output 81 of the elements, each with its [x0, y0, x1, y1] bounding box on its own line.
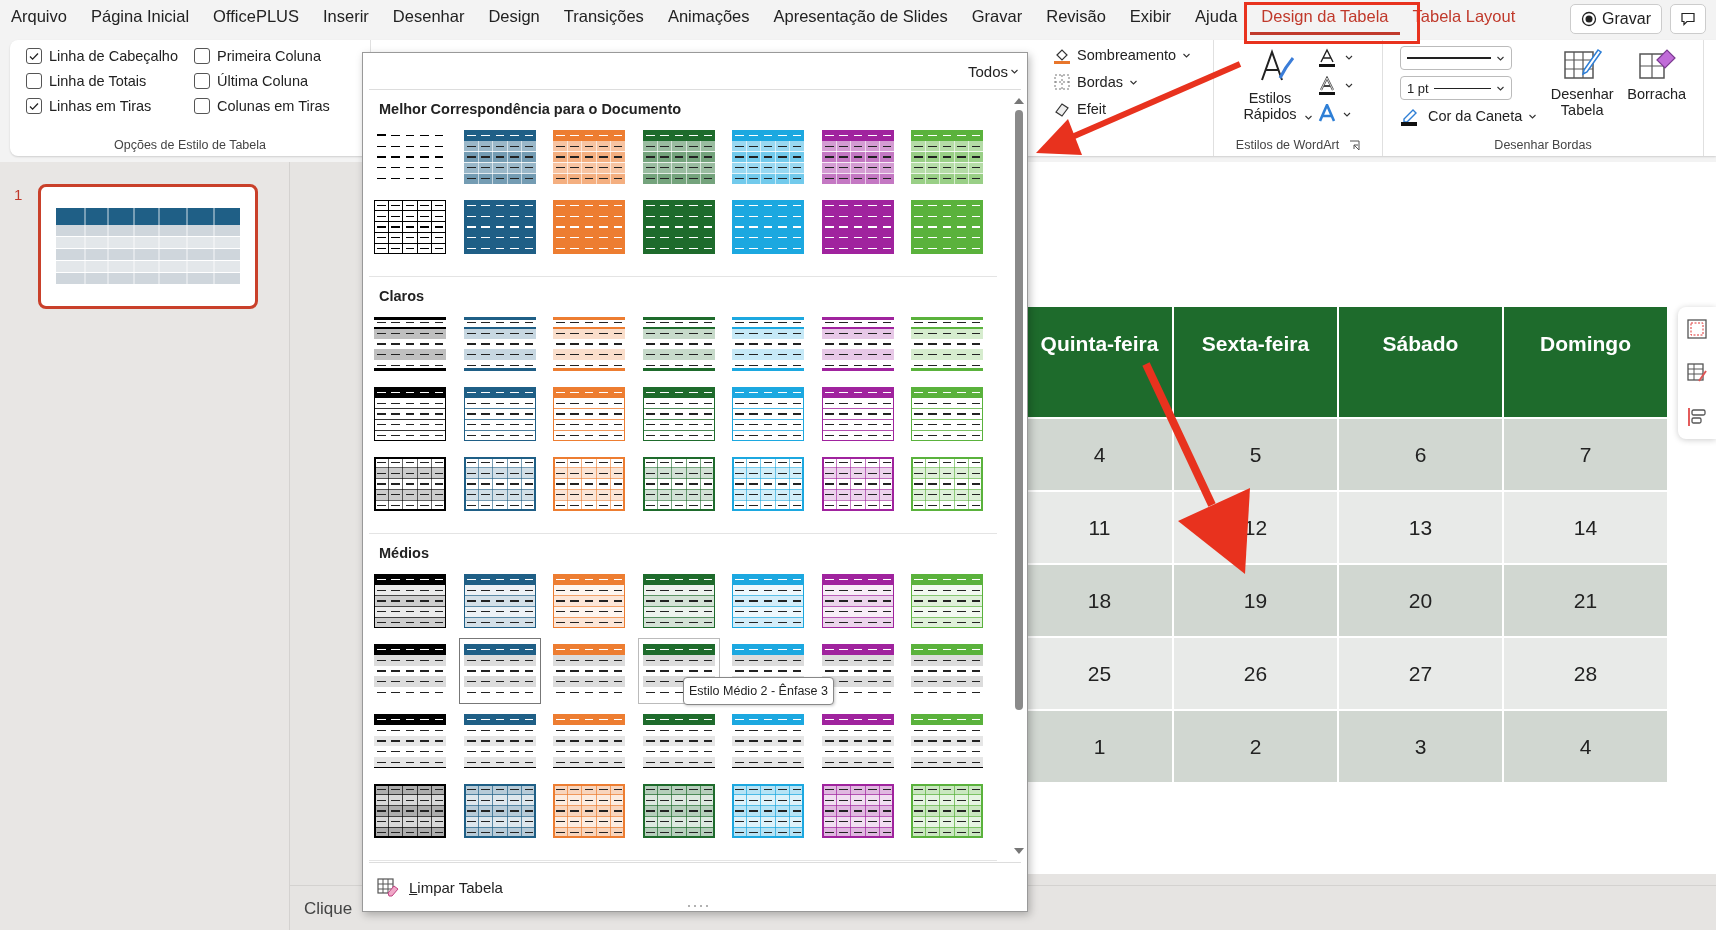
ribbon-tab[interactable]: Design — [477, 3, 551, 35]
ribbon-tab[interactable]: Revisão — [1035, 3, 1117, 35]
table-cell: 13 — [1339, 492, 1502, 563]
section-title: Melhor Correspondência para o Documento — [378, 100, 683, 119]
table-cell: 26 — [1174, 638, 1337, 709]
table-cell: 25 — [1027, 638, 1172, 709]
option-checkbox[interactable]: Primeira Coluna — [194, 48, 354, 64]
ribbon-tab[interactable]: Arquivo — [0, 3, 78, 35]
ribbon-tab[interactable]: Exibir — [1118, 3, 1183, 35]
ribbon-command[interactable]: Sombreamento — [1053, 46, 1192, 64]
record-button[interactable]: Gravar — [1570, 4, 1662, 34]
ribbon-tab[interactable]: Página Inicial — [79, 3, 201, 35]
table-cell: 4 — [1504, 711, 1667, 782]
ribbon-command[interactable]: Efeit — [1053, 100, 1106, 118]
pen-weight-dropdown[interactable]: 1 pt — [1399, 76, 1512, 100]
table-header-cell: Domingo — [1504, 307, 1667, 417]
table-cell: 5 — [1174, 419, 1337, 490]
quick-styles-button[interactable]: Estilos Rápidos — [1239, 46, 1313, 122]
ribbon-tab[interactable]: Gravar — [960, 3, 1034, 35]
option-checkbox[interactable]: Linha de Totais — [26, 73, 194, 89]
group-label: Estilos de WordArt — [1235, 138, 1340, 152]
table-header-cell: Sábado — [1339, 307, 1502, 417]
ribbon-tab[interactable]: Ajuda — [1184, 3, 1249, 35]
section-title: Claros — [378, 287, 426, 306]
table-cell: 7 — [1504, 419, 1667, 490]
ribbon-tab[interactable]: Inserir — [312, 3, 380, 35]
check-icon — [28, 50, 40, 62]
table-cell: 1 — [1027, 711, 1172, 782]
notes-placeholder[interactable]: Clique — [304, 899, 353, 919]
comment-icon — [1680, 11, 1696, 27]
section-title: Médios — [378, 544, 430, 563]
table-cell: 14 — [1504, 492, 1667, 563]
slide-thumbnail[interactable] — [38, 184, 259, 309]
align-icon[interactable] — [1685, 405, 1709, 429]
group-label: Desenhar Bordas — [1494, 138, 1592, 152]
table-cell: 27 — [1339, 638, 1502, 709]
borders-icon — [1053, 73, 1071, 91]
tooltip: Estilo Médio 2 - Ênfase 3 — [683, 677, 834, 705]
table-cell: 4 — [1027, 419, 1172, 490]
scroll-up-icon[interactable] — [1013, 96, 1025, 106]
ribbon-command[interactable]: Bordas — [1053, 73, 1138, 91]
ribbon-tab[interactable]: Animações — [656, 3, 761, 35]
table-cell: 2 — [1174, 711, 1337, 782]
check-icon — [28, 100, 40, 112]
table-cell: 19 — [1174, 565, 1337, 636]
ribbon-tab[interactable]: Apresentação de Slides — [762, 3, 959, 35]
table-header-cell: Sexta-feira — [1174, 307, 1337, 417]
clear-table-button[interactable]: Limpar Tabela — [369, 877, 503, 897]
table-cell: 11 — [1027, 492, 1172, 563]
record-icon — [1581, 11, 1598, 27]
table-cell: 21 — [1504, 565, 1667, 636]
comments-button[interactable] — [1670, 4, 1706, 34]
option-checkbox[interactable]: Colunas em Tiras — [194, 98, 354, 114]
group-label: Opções de Estilo de Tabela — [114, 138, 266, 152]
draw-table-button[interactable]: Desenhar Tabela — [1549, 46, 1616, 118]
table-pencil-icon — [1562, 46, 1603, 82]
option-checkbox[interactable]: Linha de Cabeçalho — [26, 48, 194, 64]
caret-icon — [1304, 113, 1313, 122]
table-cell: 3 — [1339, 711, 1502, 782]
table-header-cell: Quinta-feira — [1027, 307, 1172, 417]
table-frame-icon[interactable] — [1685, 317, 1709, 341]
table-cell: 6 — [1339, 419, 1502, 490]
scroll-down-icon[interactable] — [1013, 846, 1025, 856]
table-cell: 28 — [1504, 638, 1667, 709]
option-checkbox[interactable]: Linhas em Tiras — [26, 98, 194, 114]
table-style-option[interactable] — [458, 638, 541, 704]
option-checkbox[interactable]: Última Coluna — [194, 73, 354, 89]
ribbon-tab[interactable]: OfficePLUS — [202, 3, 310, 35]
ribbon-tab[interactable]: Desenhar — [381, 3, 476, 35]
filter-dropdown[interactable]: Todos — [967, 62, 1021, 80]
pen-style-dropdown[interactable] — [1399, 46, 1512, 70]
ribbon-tab[interactable]: Design da Tabela — [1250, 3, 1400, 35]
slide-number: 1 — [14, 185, 23, 205]
table-cell: 20 — [1339, 565, 1502, 636]
eraser-button[interactable]: Borracha — [1627, 46, 1687, 102]
dialog-launcher-button[interactable] — [1349, 139, 1361, 151]
resize-grip[interactable] — [687, 904, 709, 908]
ribbon-tab[interactable]: Transições — [552, 3, 655, 35]
pen-color-button[interactable]: Cor da Caneta — [1399, 106, 1538, 126]
table-eraser-icon — [377, 877, 399, 897]
table-cell: 18 — [1027, 565, 1172, 636]
